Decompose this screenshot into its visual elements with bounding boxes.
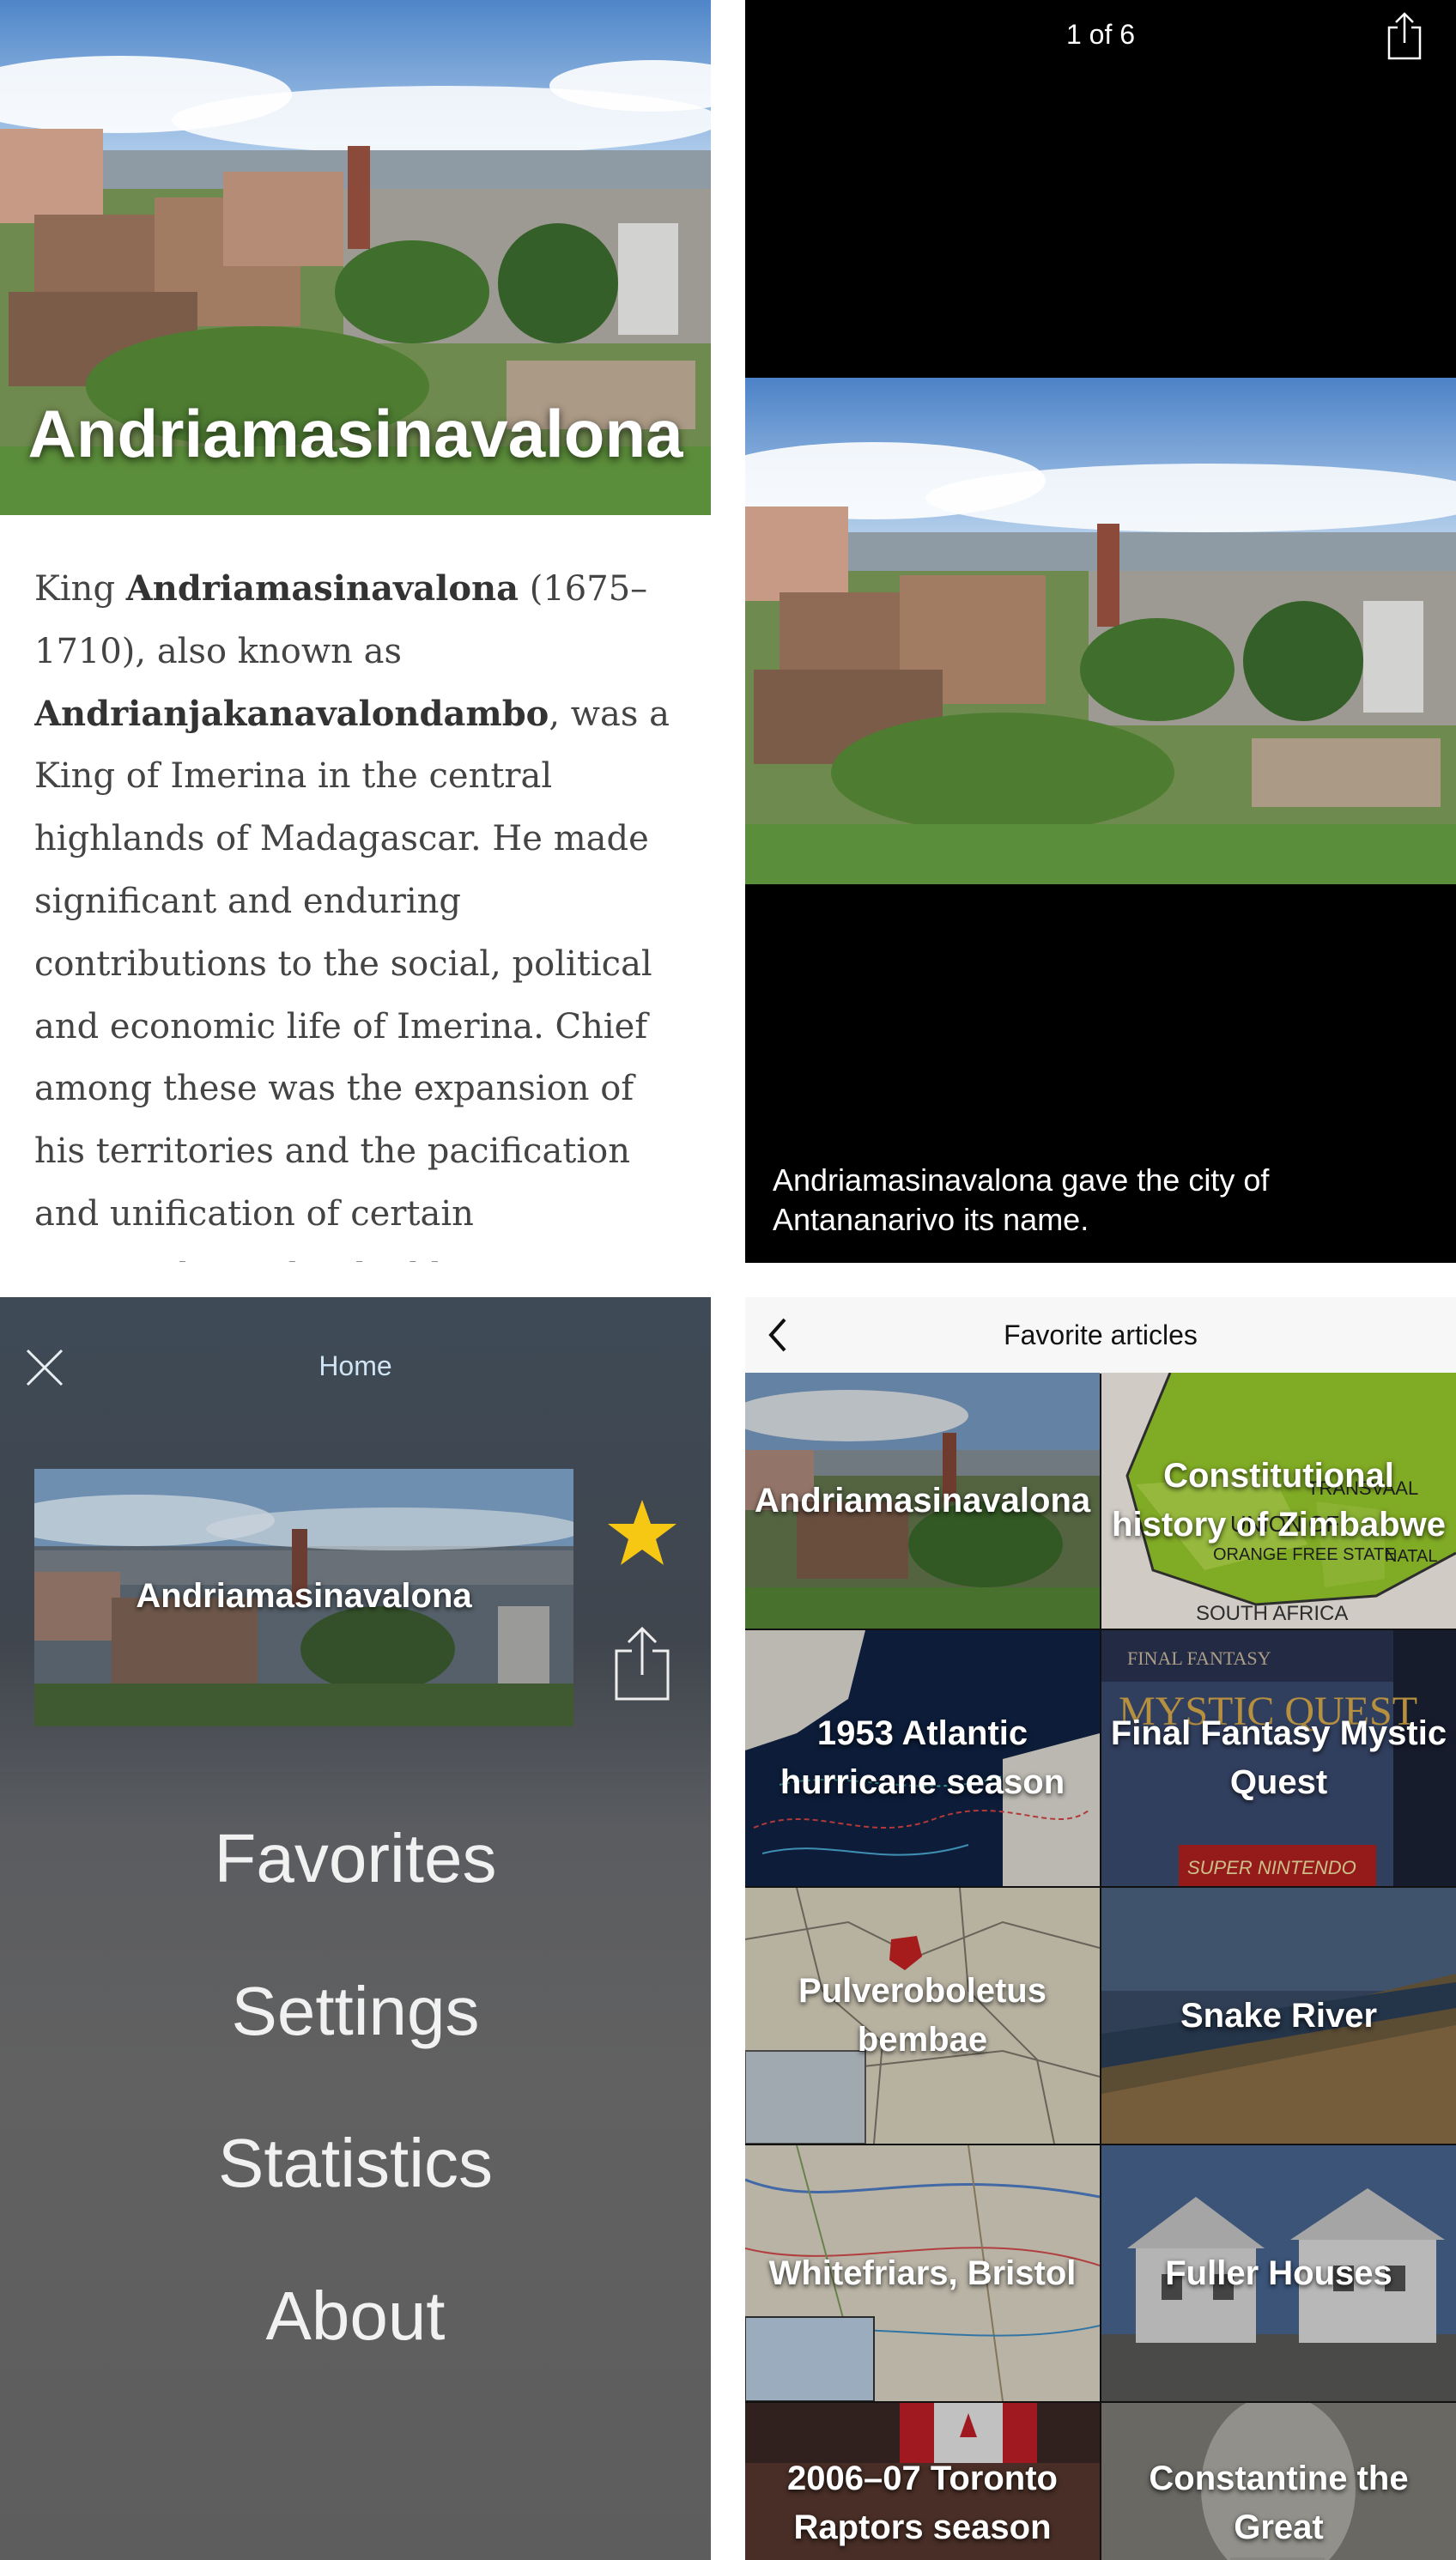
tile-label: 1953 Atlantic hurricane season [780,1714,1065,1801]
tile-label: Pulveroboletus bembae [798,1972,1046,2059]
menu-item-settings[interactable]: Settings [0,1972,711,2051]
article-title: Andriamasinavalona [27,396,683,471]
gallery-panel: 1 of 6 Andriamasinavalona gave the city … [745,0,1456,1263]
favorite-tile[interactable]: Pulveroboletus bembae [745,1888,1100,2144]
tile-label: Final Fantasy Mystic Quest [1110,1714,1447,1801]
favorite-tile[interactable]: 1953 Atlantic hurricane season [745,1630,1100,1886]
article-bold-name: Andriamasinavalona [125,568,519,609]
article-panel: Andriamasinavalona King Andriamasinavalo… [0,0,711,1263]
image-caption: Andriamasinavalona gave the city of Anta… [773,1162,1270,1237]
favorite-tile[interactable]: Whitefriars, Bristol [745,2145,1100,2401]
tile-label: Constantine the Great [1149,2460,1409,2546]
menu-item-about[interactable]: About [0,2277,711,2356]
favorite-tile[interactable]: Fuller Houses [1101,2145,1456,2401]
favorite-tile[interactable]: Andriamasinavalona [745,1373,1100,1629]
current-article-card[interactable]: Andriamasinavalona [34,1469,573,1726]
menu-header-title[interactable]: Home [0,1350,711,1382]
share-icon[interactable] [611,1625,673,1702]
tile-label: 2006–07 Toronto Raptors season [787,2460,1058,2546]
menu-card-title: Andriamasinavalona [136,1577,472,1615]
favorite-tile[interactable]: Snake River [1101,1888,1456,2144]
favorite-tile[interactable]: 2006–07 Toronto Raptors season [745,2403,1100,2560]
share-icon[interactable] [1386,12,1423,60]
favorite-tile[interactable]: FINAL FANTASY MYSTIC QUEST SUPER NINTEND… [1101,1630,1456,1886]
article-hero-image: Andriamasinavalona [0,0,711,515]
favorite-tile[interactable]: Constantine the Great [1101,2403,1456,2560]
article-body-text: King Andriamasinavalona (1675–1710), als… [34,568,670,1262]
tile-label: Andriamasinavalona [754,1481,1091,1520]
menu-item-statistics[interactable]: Statistics [0,2124,711,2203]
menu-item-favorites[interactable]: Favorites [0,1819,711,1898]
tile-label: Snake River [1180,1996,1378,2035]
tile-label: Fuller Houses [1165,2254,1392,2292]
city-photo-large [745,378,1456,884]
favorites-panel: Favorite articles Andriamasinavalona TRA… [745,1297,1456,2560]
favorite-tile[interactable]: TRANSVAAL UNION OF ORANGE FREE STATE NAT… [1101,1373,1456,1629]
image-counter: 1 of 6 [1065,19,1136,50]
favorites-title: Favorite articles [1004,1319,1198,1350]
star-icon[interactable] [606,1496,678,1568]
menu-panel: Home Andriamasinavalona Favorites Settin… [0,1297,711,2560]
favorites-header: Favorite articles [745,1297,1456,1374]
gallery-image[interactable] [745,378,1456,884]
tile-label: Whitefriars, Bristol [768,2254,1077,2292]
tile-label: Constitutional history of Zimbabwe [1112,1457,1446,1544]
article-bold-alias: Andrianjakanavalondambo [34,693,549,734]
